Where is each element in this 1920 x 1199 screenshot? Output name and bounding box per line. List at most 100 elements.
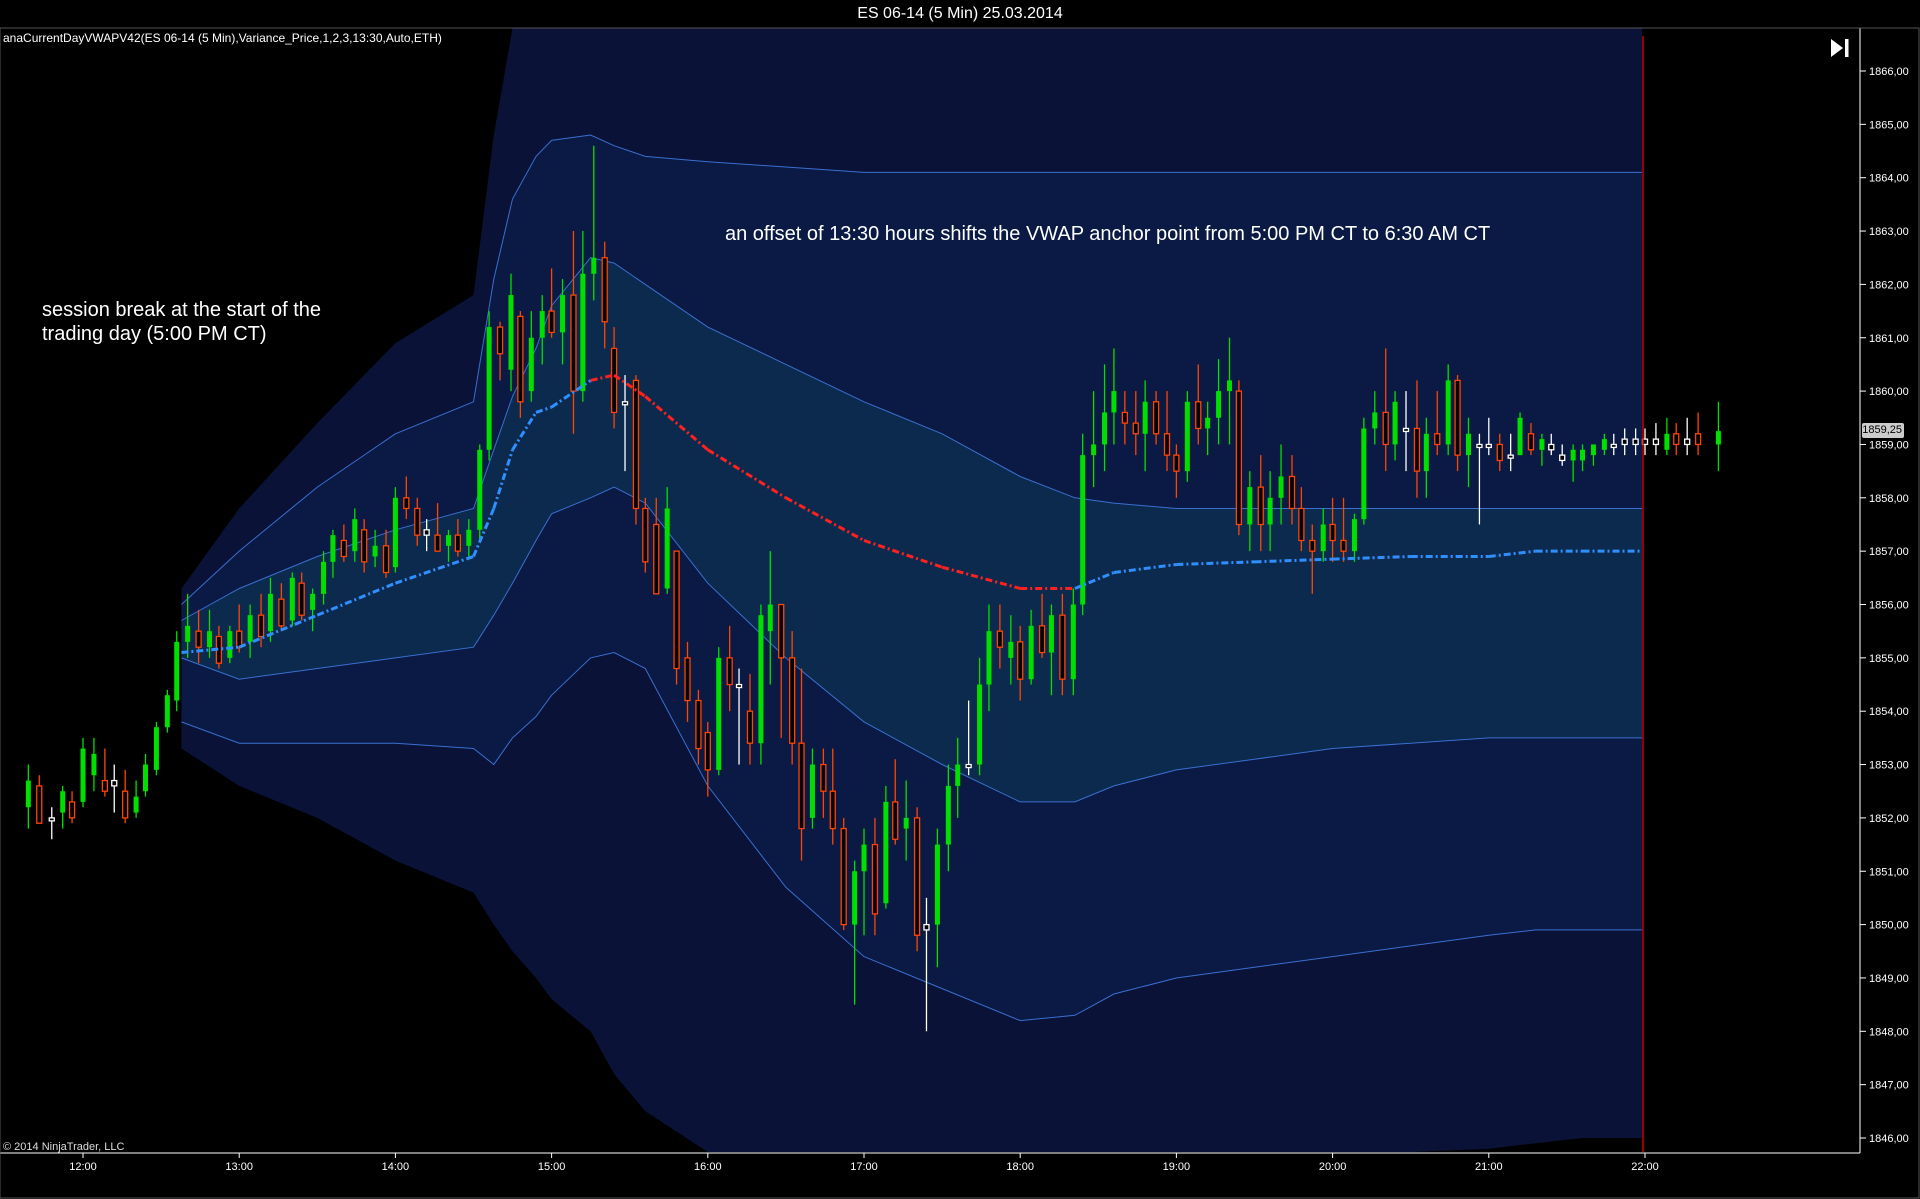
candle-body (829, 790, 836, 830)
candle-body (1372, 412, 1378, 429)
candle-body (80, 748, 86, 802)
candle-body (1454, 379, 1461, 456)
x-tick-label: 21:00 (1475, 1161, 1503, 1173)
x-tick-label: 13:00 (225, 1161, 253, 1173)
candle-body (704, 731, 711, 771)
candle-body (298, 582, 305, 616)
candle-body (403, 497, 410, 510)
candle-body (664, 508, 670, 589)
candle-body (195, 630, 202, 648)
candle-body (185, 625, 191, 642)
candle-body (788, 657, 796, 744)
candle-body (883, 801, 889, 904)
y-tick-label: 1864,00 (1869, 173, 1909, 185)
candle (477, 444, 483, 541)
candle-body (1340, 539, 1347, 552)
y-tick-label: 1846,00 (1869, 1133, 1909, 1145)
candle-body (1570, 449, 1576, 461)
candle-body (1601, 439, 1607, 450)
session-break-annotation: session break at the start of the tradin… (42, 299, 322, 345)
y-tick-label: 1865,00 (1869, 119, 1909, 131)
candle (1080, 433, 1086, 616)
candle-body (903, 817, 909, 829)
candle (174, 631, 180, 712)
candle-body (1434, 433, 1441, 446)
candle-body (477, 449, 483, 530)
candle-body (820, 763, 827, 792)
candle (883, 785, 889, 909)
candle-body (1142, 401, 1148, 434)
candle-body (840, 827, 847, 926)
candle-body (508, 295, 514, 370)
candle-body (1527, 433, 1535, 451)
candle-body (1517, 417, 1523, 456)
candle-body (1694, 433, 1702, 446)
y-tick-label: 1852,00 (1869, 813, 1909, 825)
skip-to-end-icon[interactable] (1824, 34, 1854, 62)
candle-body (996, 630, 1004, 648)
candle-body (1298, 507, 1305, 542)
candle-body (1247, 487, 1253, 525)
y-tick-label: 1855,00 (1869, 653, 1909, 665)
x-tick-label: 15:00 (538, 1161, 566, 1173)
candle-body (758, 615, 764, 744)
x-tick-label: 16:00 (694, 1161, 722, 1173)
x-tick-label: 12:00 (69, 1161, 97, 1173)
candle-body (164, 695, 170, 728)
candle-body (1485, 443, 1492, 449)
candle (1361, 417, 1367, 525)
candle-body (977, 684, 983, 765)
candle-body (111, 779, 118, 787)
x-tick-label: 14:00 (382, 1161, 410, 1173)
candle-body (1361, 428, 1367, 520)
candle-body (726, 657, 733, 686)
y-tick-label: 1851,00 (1869, 866, 1909, 878)
candle-body (1173, 454, 1180, 472)
candle-body (601, 257, 608, 323)
candle-body (1257, 486, 1264, 526)
candle (517, 311, 524, 418)
candle-body (1445, 380, 1451, 445)
candle-body (1580, 449, 1586, 461)
candle-body (1152, 401, 1160, 435)
candle (392, 487, 398, 573)
y-tick-label: 1862,00 (1869, 279, 1909, 291)
candle-body (986, 631, 992, 685)
candle (1235, 380, 1243, 536)
candle-body (392, 497, 398, 568)
candle (164, 689, 170, 733)
candle-body (278, 598, 285, 627)
candle-body (1382, 411, 1389, 446)
y-tick-label: 1858,00 (1869, 493, 1909, 505)
candle-body (352, 519, 358, 552)
window-title: ES 06-14 (5 Min) 25.03.2014 (857, 5, 1063, 22)
y-tick-label: 1847,00 (1869, 1080, 1909, 1092)
candle-body (227, 631, 233, 658)
candle (840, 817, 847, 930)
copyright-text: © 2014 NinjaTrader, LLC (3, 1141, 125, 1153)
candle-body (1632, 438, 1639, 446)
x-tick-label: 20:00 (1319, 1161, 1347, 1173)
indicator-label: anaCurrentDayVWAPV42(ES 06-14 (5 Min),Va… (3, 31, 442, 45)
y-tick-label: 1853,00 (1869, 760, 1909, 772)
candle-body (1351, 519, 1357, 552)
candle-body (372, 545, 378, 557)
candle-body (673, 550, 680, 670)
y-tick-label: 1849,00 (1869, 973, 1909, 985)
candle-body (1402, 427, 1410, 433)
candle-body (1132, 422, 1139, 435)
candle-body (1288, 475, 1296, 510)
candle (632, 375, 640, 525)
candle (486, 311, 492, 461)
candle-body (746, 710, 754, 744)
candle-body (955, 764, 961, 786)
candle-body (653, 523, 660, 595)
candle-body (321, 561, 327, 594)
candle-body (861, 844, 867, 872)
candle-body (289, 577, 295, 621)
offset-annotation: an offset of 13:30 hours shifts the VWAP… (725, 223, 1491, 245)
candle-body (1038, 625, 1046, 654)
candle-body (423, 529, 430, 536)
candle-body (1652, 438, 1660, 446)
candle-body (1111, 391, 1117, 413)
